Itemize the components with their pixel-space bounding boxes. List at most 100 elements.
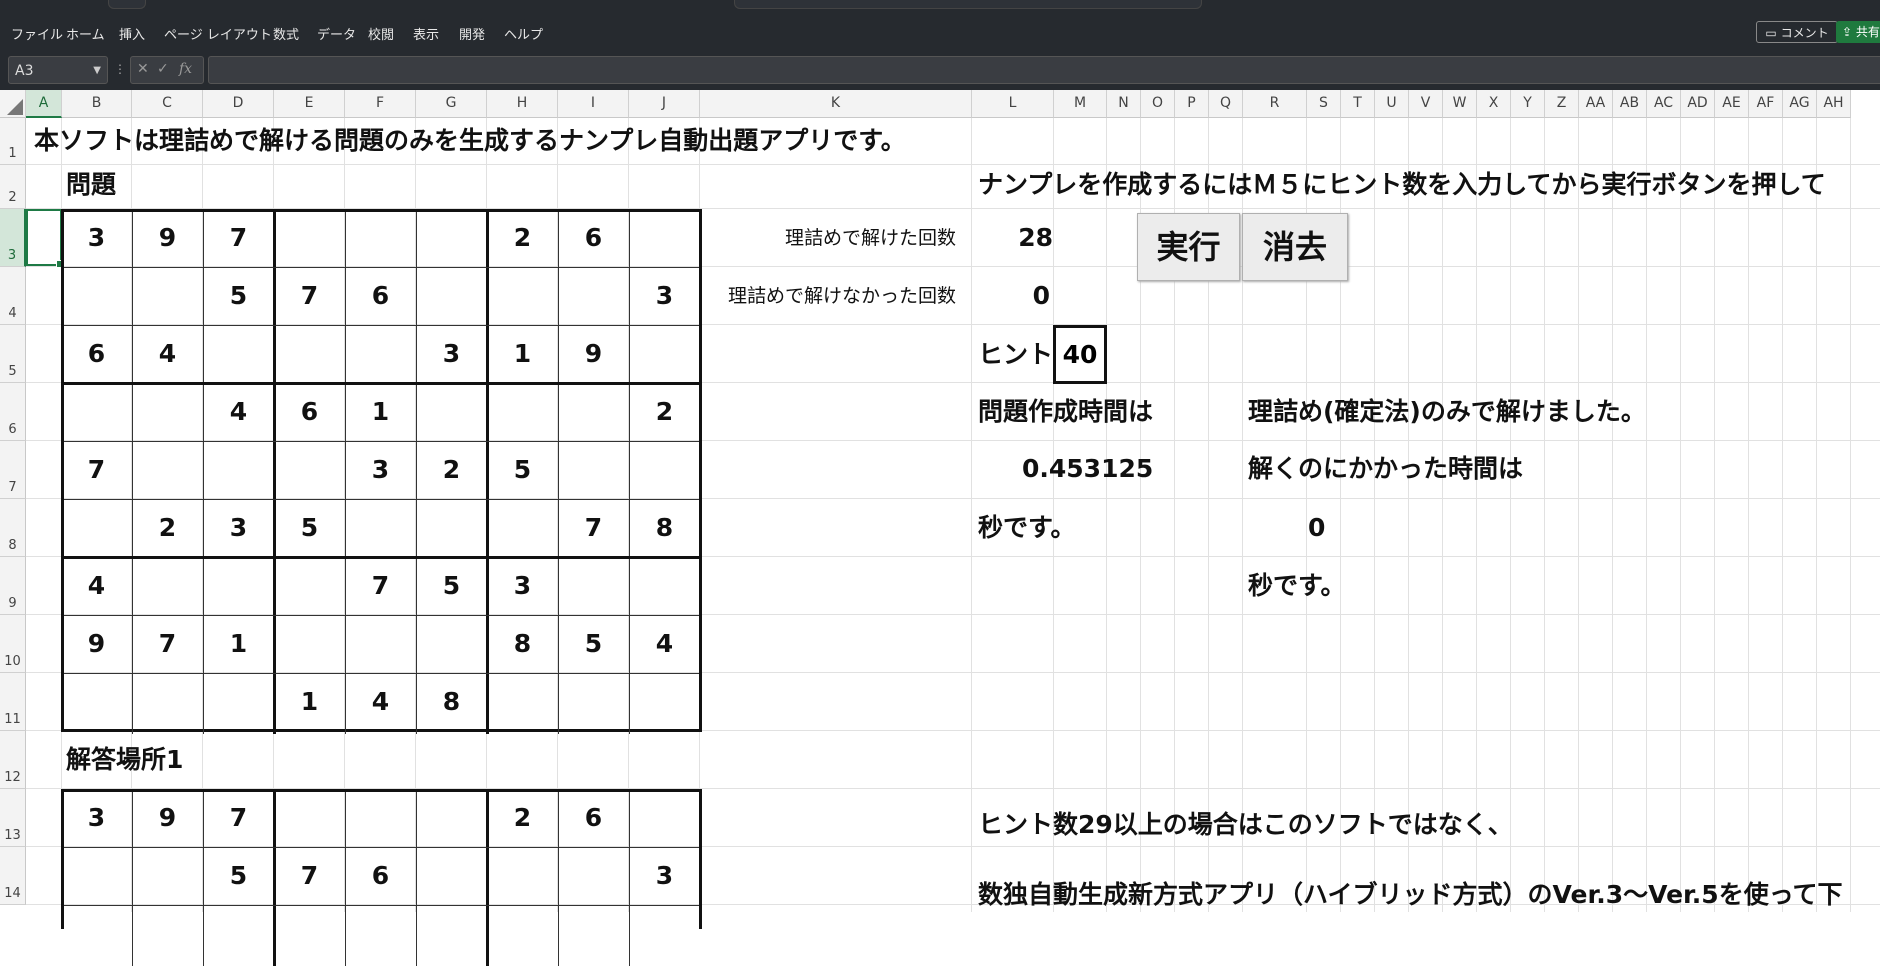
name-box[interactable]: A3 ▼ xyxy=(8,56,108,84)
sudoku-cell[interactable]: 7 xyxy=(203,789,274,847)
sudoku-cell[interactable]: 6 xyxy=(345,267,416,325)
sudoku-cell[interactable] xyxy=(629,209,700,267)
sudoku-cell[interactable] xyxy=(345,325,416,383)
column-header-C[interactable]: C xyxy=(132,90,203,118)
sudoku-cell[interactable]: 5 xyxy=(558,615,629,673)
sudoku-cell[interactable] xyxy=(416,383,487,441)
tab-developer[interactable]: 開発 xyxy=(459,24,485,43)
row-header-13[interactable]: 13 xyxy=(0,789,26,847)
search-box[interactable] xyxy=(734,0,1202,9)
column-header-T[interactable]: T xyxy=(1341,90,1375,118)
sudoku-cell[interactable] xyxy=(61,267,132,325)
sudoku-cell[interactable] xyxy=(345,615,416,673)
sudoku-cell[interactable]: 7 xyxy=(61,441,132,499)
sudoku-cell[interactable] xyxy=(416,209,487,267)
sudoku-cell[interactable] xyxy=(61,383,132,441)
sudoku-cell[interactable] xyxy=(274,789,345,847)
sudoku-cell[interactable]: 3 xyxy=(629,847,700,905)
tab-formulas[interactable]: 数式 xyxy=(273,24,299,43)
sudoku-cell[interactable] xyxy=(558,673,629,731)
sudoku-cell[interactable]: 8 xyxy=(416,673,487,731)
sudoku-cell[interactable] xyxy=(274,209,345,267)
row-header-8[interactable]: 8 xyxy=(0,499,26,557)
tab-insert[interactable]: 挿入 xyxy=(119,24,145,43)
sudoku-cell[interactable] xyxy=(558,441,629,499)
column-header-M[interactable]: M xyxy=(1054,90,1107,118)
column-header-L[interactable]: L xyxy=(972,90,1054,118)
column-header-D[interactable]: D xyxy=(203,90,274,118)
column-header-X[interactable]: X xyxy=(1477,90,1511,118)
sudoku-cell[interactable] xyxy=(345,209,416,267)
sudoku-cell[interactable] xyxy=(203,325,274,383)
row-header-4[interactable]: 4 xyxy=(0,267,26,325)
row-header-5[interactable]: 5 xyxy=(0,325,26,383)
sudoku-cell[interactable] xyxy=(203,673,274,731)
sudoku-cell[interactable]: 8 xyxy=(487,615,558,673)
sudoku-cell[interactable] xyxy=(487,847,558,905)
sudoku-cell[interactable]: 2 xyxy=(416,441,487,499)
tab-home[interactable]: ホーム xyxy=(66,24,105,43)
cancel-icon[interactable]: ✕ xyxy=(137,61,149,77)
sudoku-cell[interactable]: 9 xyxy=(61,615,132,673)
sudoku-cell[interactable] xyxy=(274,441,345,499)
column-header-R[interactable]: R xyxy=(1243,90,1307,118)
row-header-12[interactable]: 12 xyxy=(0,731,26,789)
sudoku-cell[interactable]: 3 xyxy=(416,325,487,383)
sudoku-cell[interactable] xyxy=(61,499,132,557)
sudoku-cell[interactable] xyxy=(132,267,203,325)
row-header-1[interactable]: 1 xyxy=(0,118,26,165)
sudoku-cell[interactable] xyxy=(274,325,345,383)
sudoku-cell[interactable] xyxy=(203,441,274,499)
column-header-B[interactable]: B xyxy=(62,90,132,118)
tab-review[interactable]: 校閲 xyxy=(368,24,394,43)
column-header-AB[interactable]: AB xyxy=(1613,90,1647,118)
run-button[interactable]: 実行 xyxy=(1137,213,1240,281)
sudoku-cell[interactable]: 2 xyxy=(629,383,700,441)
sudoku-cell[interactable]: 7 xyxy=(345,557,416,615)
sudoku-cell[interactable] xyxy=(629,557,700,615)
sudoku-cell[interactable] xyxy=(274,557,345,615)
confirm-icon[interactable]: ✓ xyxy=(157,61,169,77)
sudoku-cell[interactable]: 5 xyxy=(487,441,558,499)
sudoku-cell[interactable] xyxy=(132,441,203,499)
column-header-AG[interactable]: AG xyxy=(1783,90,1817,118)
sudoku-cell[interactable]: 4 xyxy=(61,557,132,615)
sudoku-cell[interactable]: 9 xyxy=(132,789,203,847)
column-header-P[interactable]: P xyxy=(1175,90,1209,118)
column-header-AH[interactable]: AH xyxy=(1817,90,1851,118)
sudoku-cell[interactable]: 6 xyxy=(558,209,629,267)
title-bar-control[interactable] xyxy=(108,0,146,9)
sudoku-cell[interactable]: 2 xyxy=(487,209,558,267)
column-header-Z[interactable]: Z xyxy=(1545,90,1579,118)
sudoku-cell[interactable] xyxy=(629,789,700,847)
sudoku-cell[interactable] xyxy=(416,499,487,557)
sudoku-cell[interactable]: 1 xyxy=(203,615,274,673)
sudoku-cell[interactable]: 5 xyxy=(203,847,274,905)
tab-view[interactable]: 表示 xyxy=(413,24,439,43)
sudoku-cell[interactable] xyxy=(558,383,629,441)
column-header-Q[interactable]: Q xyxy=(1209,90,1243,118)
sudoku-cell[interactable] xyxy=(558,847,629,905)
clear-button[interactable]: 消去 xyxy=(1242,213,1348,281)
sudoku-cell[interactable] xyxy=(487,267,558,325)
sudoku-cell[interactable] xyxy=(345,789,416,847)
column-header-I[interactable]: I xyxy=(558,90,629,118)
sudoku-cell[interactable]: 7 xyxy=(558,499,629,557)
sudoku-cell[interactable]: 2 xyxy=(132,499,203,557)
column-header-K[interactable]: K xyxy=(700,90,972,118)
sudoku-cell[interactable]: 4 xyxy=(629,615,700,673)
sudoku-cell[interactable] xyxy=(558,267,629,325)
sudoku-cell[interactable]: 5 xyxy=(274,499,345,557)
sudoku-cell[interactable]: 6 xyxy=(61,325,132,383)
column-header-AE[interactable]: AE xyxy=(1715,90,1749,118)
formula-input[interactable] xyxy=(208,56,1880,84)
sudoku-cell[interactable] xyxy=(61,847,132,905)
row-header-6[interactable]: 6 xyxy=(0,383,26,441)
sudoku-cell[interactable]: 3 xyxy=(345,441,416,499)
sudoku-cell[interactable]: 9 xyxy=(558,325,629,383)
sudoku-cell[interactable]: 4 xyxy=(132,325,203,383)
chevron-down-icon[interactable]: ▼ xyxy=(93,57,101,85)
sudoku-cell[interactable]: 4 xyxy=(345,673,416,731)
row-header-2[interactable]: 2 xyxy=(0,165,26,209)
sudoku-cell[interactable]: 7 xyxy=(274,267,345,325)
